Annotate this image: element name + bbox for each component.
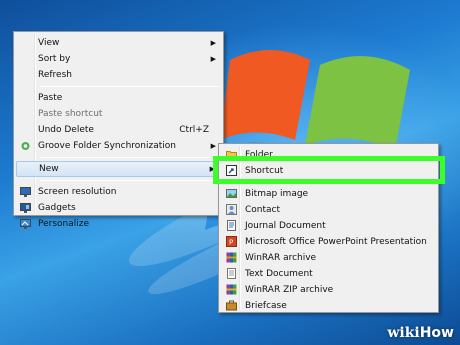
menu-item-sort-by[interactable]: Sort by ▶ [16, 51, 221, 67]
menu-item-label: Gadgets [38, 203, 76, 213]
submenu-arrow-icon: ▶ [210, 142, 216, 150]
menu-item-groove-sync[interactable]: Groove Folder Synchronization ▶ [16, 138, 221, 154]
briefcase-icon [226, 300, 237, 311]
svg-text:P: P [229, 239, 233, 247]
menu-item-label: Journal Document [245, 221, 326, 231]
desktop-context-menu: View ▶ Sort by ▶ Refresh Paste Paste sho… [13, 31, 224, 229]
menu-item-label: Microsoft Office PowerPoint Presentation [245, 237, 427, 247]
menu-item-label: Undo Delete [38, 125, 94, 135]
menu-item-label: View [38, 38, 60, 48]
highlight-annotation [213, 156, 445, 184]
submenu-item-winrar-archive[interactable]: WinRAR archive [221, 250, 436, 266]
personalize-icon [20, 219, 31, 229]
menu-item-label: Screen resolution [38, 187, 117, 197]
menu-item-view[interactable]: View ▶ [16, 35, 221, 51]
menu-item-label: Contact [245, 205, 281, 215]
menu-separator [40, 86, 219, 87]
submenu-item-bitmap-image[interactable]: Bitmap image [221, 186, 436, 202]
menu-item-undo-delete[interactable]: Undo Delete Ctrl+Z [16, 122, 221, 138]
menu-item-label: Refresh [38, 70, 72, 80]
watermark-how-text: How [419, 325, 454, 341]
watermark-wiki-text: wiki [387, 325, 420, 341]
contact-icon [226, 204, 237, 215]
menu-item-new[interactable]: New ▶ [16, 161, 221, 177]
winrar-icon [226, 252, 237, 263]
powerpoint-icon: P [226, 236, 237, 247]
bitmap-icon [226, 189, 237, 198]
submenu-item-journal-document[interactable]: Journal Document [221, 218, 436, 234]
submenu-arrow-icon: ▶ [210, 39, 216, 47]
monitor-icon [20, 187, 31, 197]
submenu-item-contact[interactable]: Contact [221, 202, 436, 218]
menu-item-label: Sort by [38, 54, 71, 64]
submenu-item-powerpoint[interactable]: P Microsoft Office PowerPoint Presentati… [221, 234, 436, 250]
gadgets-icon [20, 203, 31, 213]
menu-item-label: Paste [38, 93, 63, 103]
menu-item-personalize[interactable]: Personalize [16, 216, 221, 232]
journal-icon [227, 220, 236, 231]
menu-item-label: WinRAR archive [245, 253, 317, 263]
menu-separator [40, 180, 219, 181]
menu-item-label: Text Document [245, 269, 313, 279]
winrar-zip-icon [226, 284, 237, 295]
menu-item-label: WinRAR ZIP archive [245, 285, 334, 295]
shortcut-key-label: Ctrl+Z [179, 125, 209, 135]
menu-item-gadgets[interactable]: Gadgets [16, 200, 221, 216]
menu-item-label: Groove Folder Synchronization [38, 141, 176, 151]
groove-icon [21, 142, 30, 150]
menu-item-label: Personalize [38, 219, 90, 229]
submenu-arrow-icon: ▶ [210, 55, 216, 63]
menu-item-paste-shortcut[interactable]: Paste shortcut [16, 106, 221, 122]
submenu-item-text-document[interactable]: Text Document [221, 266, 436, 282]
wikihow-watermark: wikiHow [387, 325, 454, 341]
text-document-icon [227, 268, 236, 279]
submenu-item-winrar-zip-archive[interactable]: WinRAR ZIP archive [221, 282, 436, 298]
submenu-item-briefcase[interactable]: Briefcase [221, 298, 436, 314]
menu-item-refresh[interactable]: Refresh [16, 67, 221, 83]
menu-item-label: New [39, 164, 59, 174]
menu-item-paste[interactable]: Paste [16, 90, 221, 106]
menu-item-label: Bitmap image [245, 189, 309, 199]
menu-item-label: Paste shortcut [38, 109, 103, 119]
menu-item-label: Briefcase [245, 301, 287, 311]
menu-item-screen-resolution[interactable]: Screen resolution [16, 184, 221, 200]
menu-separator [40, 157, 219, 158]
